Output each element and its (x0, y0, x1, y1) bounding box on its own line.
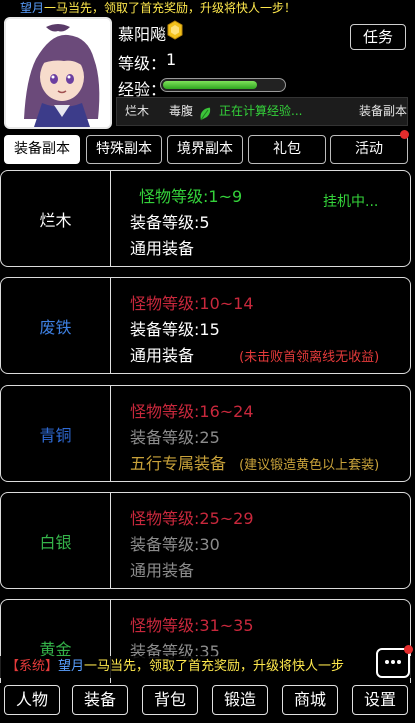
nav-shop[interactable]: 商城 (282, 685, 338, 715)
status-item-poison: 毒腹 (169, 104, 194, 118)
equip-type: 通用装备 (130, 239, 195, 258)
dungeon-tabs: 装备副本 特殊副本 境界副本 礼包 活动 (4, 135, 408, 165)
dungeon-card-feitie[interactable]: 废铁 怪物等级:10~14 装备等级:15 通用装备 (未击败首领离线无收益) (0, 277, 411, 374)
status-computing-exp: 正在计算经验... (219, 104, 303, 118)
monster-level: 怪物等级:1~9 (139, 187, 243, 206)
dungeon-name: 废铁 (1, 278, 111, 373)
chat-system-prefix: 【系统】 (6, 659, 59, 674)
chat-message: 一马当先，领取了首充奖励，升级将快人一步 (84, 659, 345, 674)
equip-level: 装备等级:5 (130, 213, 210, 232)
dungeon-card-baiyin[interactable]: 白银 怪物等级:25~29 装备等级:30 通用装备 (0, 492, 411, 589)
dungeon-name: 青铜 (1, 386, 111, 481)
equip-level: 装备等级:15 (130, 320, 220, 339)
level-label: 等级： (118, 54, 167, 73)
nav-bag[interactable]: 背包 (142, 685, 198, 715)
monster-level: 怪物等级:16~24 (130, 402, 254, 421)
exp-progress-fill (163, 81, 257, 89)
equip-type: 通用装备 (130, 561, 195, 580)
equip-type: 通用装备 (130, 346, 195, 365)
equip-type-row: 通用装备 (未击败首领离线无收益) (130, 342, 379, 366)
status-item-wood: 烂木 (125, 104, 150, 118)
tab-activity[interactable]: 活动 (330, 135, 408, 164)
top-announcement: 望月一马当先，领取了首充奖励，升级将快人一步！ (0, 0, 415, 16)
dungeon-card-qingtong[interactable]: 青铜 怪物等级:16~24 装备等级:25 五行专属装备 (建议锻造黄色以上套装… (0, 385, 411, 482)
activity-notification-dot (400, 130, 409, 139)
chat-player-name: 望月 (58, 659, 85, 674)
equip-type-row: 五行专属装备 (建议锻造黄色以上套装) (130, 450, 379, 474)
dungeon-card-huangjin[interactable]: 黄金 怪物等级:31~35 装备等级:35 (0, 599, 411, 696)
nav-settings[interactable]: 设置 (352, 685, 408, 715)
status-strip: 烂木 毒腹 正在计算经验... 装备副本 (116, 97, 408, 126)
player-avatar[interactable] (4, 17, 112, 129)
tab-special-dungeon[interactable]: 特殊副本 (86, 135, 162, 164)
tab-gift[interactable]: 礼包 (248, 135, 326, 164)
tab-realm-dungeon[interactable]: 境界副本 (167, 135, 243, 164)
bottom-nav: 人物 装备 背包 锻造 商城 设置 (0, 683, 415, 723)
vip-badge-icon (167, 20, 183, 40)
forge-suggestion-note: (建议锻造黄色以上套装) (239, 458, 380, 473)
leaf-icon (199, 104, 211, 121)
monster-level: 怪物等级:25~29 (130, 509, 254, 528)
nav-forge[interactable]: 锻造 (212, 685, 268, 715)
equip-type: 五行专属装备 (130, 454, 227, 473)
status-item-equip-dungeon: 装备副本 (359, 104, 408, 118)
system-chat-bar[interactable]: 【系统】望月一马当先，领取了首充奖励，升级将快人一步 (0, 656, 415, 678)
dungeon-name: 白银 (1, 493, 111, 588)
monster-level: 怪物等级:31~35 (130, 616, 254, 635)
task-button[interactable]: 任务 (350, 24, 406, 50)
chat-notification-dot (404, 645, 413, 654)
equip-level: 装备等级:25 (130, 428, 220, 447)
announce-player-name: 望月 (20, 1, 45, 15)
monster-level: 怪物等级:10~14 (130, 294, 254, 313)
dungeon-name: 烂木 (1, 171, 111, 266)
avatar-portrait-icon (6, 19, 110, 127)
dungeon-card-lanmu[interactable]: 烂木 怪物等级:1~9 装备等级:5 通用装备 挂机中... (0, 170, 411, 267)
tab-equip-dungeon[interactable]: 装备副本 (4, 135, 80, 164)
nav-equipment[interactable]: 装备 (72, 685, 128, 715)
exp-progress-bar (160, 78, 286, 92)
player-name: 慕阳飚 (118, 25, 167, 44)
hangup-status: 挂机中... (323, 194, 379, 210)
announce-message: 一马当先，领取了首充奖励，升级将快人一步！ (44, 1, 297, 15)
dungeon-name: 黄金 (1, 600, 111, 695)
level-value: 1 (166, 50, 177, 69)
offline-note: (未击败首领离线无收益) (239, 350, 380, 365)
nav-character[interactable]: 人物 (4, 685, 60, 715)
equip-level: 装备等级:30 (130, 535, 220, 554)
